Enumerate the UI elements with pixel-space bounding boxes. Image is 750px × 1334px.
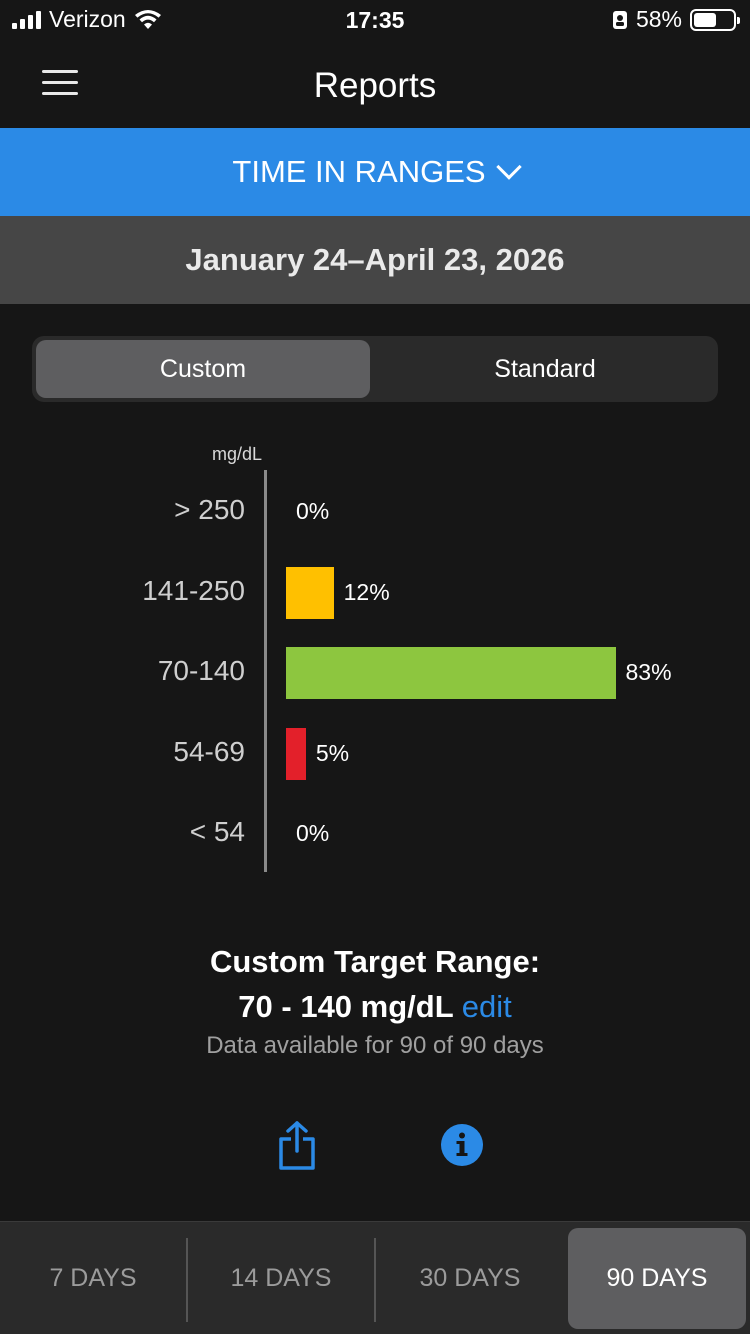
period-7-days[interactable]: 7 DAYS — [0, 1222, 186, 1334]
unit-label: mg/dL — [212, 444, 263, 464]
target-range-section: Custom Target Range: 70 - 140 mg/dL edit… — [0, 940, 750, 1060]
share-icon[interactable] — [278, 1121, 316, 1171]
range-label-under-54: < 54 — [189, 816, 245, 847]
range-label-over-250: > 250 — [174, 494, 245, 525]
period-90-days[interactable]: 90 DAYS — [568, 1228, 746, 1329]
status-right: 58% — [612, 6, 740, 33]
report-type-label: TIME IN RANGES — [232, 154, 486, 189]
range-label-54-69: 54-69 — [173, 735, 245, 767]
info-icon[interactable] — [440, 1123, 484, 1167]
period-14-days[interactable]: 14 DAYS — [188, 1222, 374, 1334]
page-title: Reports — [313, 66, 437, 105]
battery-percent: 58% — [635, 6, 682, 32]
target-range-value: 70 - 140 mg/dL — [238, 989, 454, 1024]
period-30-days[interactable]: 30 DAYS — [376, 1222, 564, 1334]
date-range: January 24–April 23, 2026 — [0, 216, 750, 304]
bar-141-250 — [286, 566, 334, 619]
segment-custom[interactable]: Custom — [36, 340, 370, 398]
chart-axis — [264, 470, 267, 872]
battery-fill — [694, 12, 717, 27]
percent-label-141-250: 12% — [343, 578, 390, 605]
portrait-lock-icon — [612, 10, 627, 29]
range-label-70-140: 70-140 — [157, 655, 245, 686]
percent-label-over-250: 0% — [296, 498, 330, 524]
action-icons — [0, 1115, 750, 1175]
bar-54-69 — [286, 727, 306, 780]
target-range-line: 70 - 140 mg/dL edit — [0, 984, 750, 1030]
nav-bar: Reports — [0, 40, 750, 128]
chevron-down-icon — [495, 154, 522, 180]
data-availability: Data available for 90 of 90 days — [206, 1032, 544, 1059]
percent-label-under-54: 0% — [296, 820, 330, 846]
bar-70-140 — [286, 647, 616, 699]
time-in-ranges-chart: mg/dL > 250 0% 141-250 12% 70-140 83% 54-69 5% <… — [0, 430, 750, 890]
period-selector: 7 DAYS 14 DAYS 30 DAYS 90 DAYS — [0, 1221, 750, 1334]
report-type-dropdown[interactable]: TIME IN RANGES — [0, 128, 750, 216]
percent-label-70-140: 83% — [625, 659, 672, 685]
range-label-141-250: 141-250 — [142, 574, 245, 606]
percent-label-54-69: 5% — [315, 739, 350, 766]
edit-link[interactable]: edit — [462, 989, 512, 1024]
target-range-heading: Custom Target Range: — [209, 944, 541, 979]
battery-icon — [690, 8, 740, 31]
range-type-segmented-control: Custom Standard — [32, 336, 718, 402]
status-bar: Verizon 17:35 58% — [0, 0, 750, 40]
segment-standard[interactable]: Standard — [376, 340, 714, 398]
